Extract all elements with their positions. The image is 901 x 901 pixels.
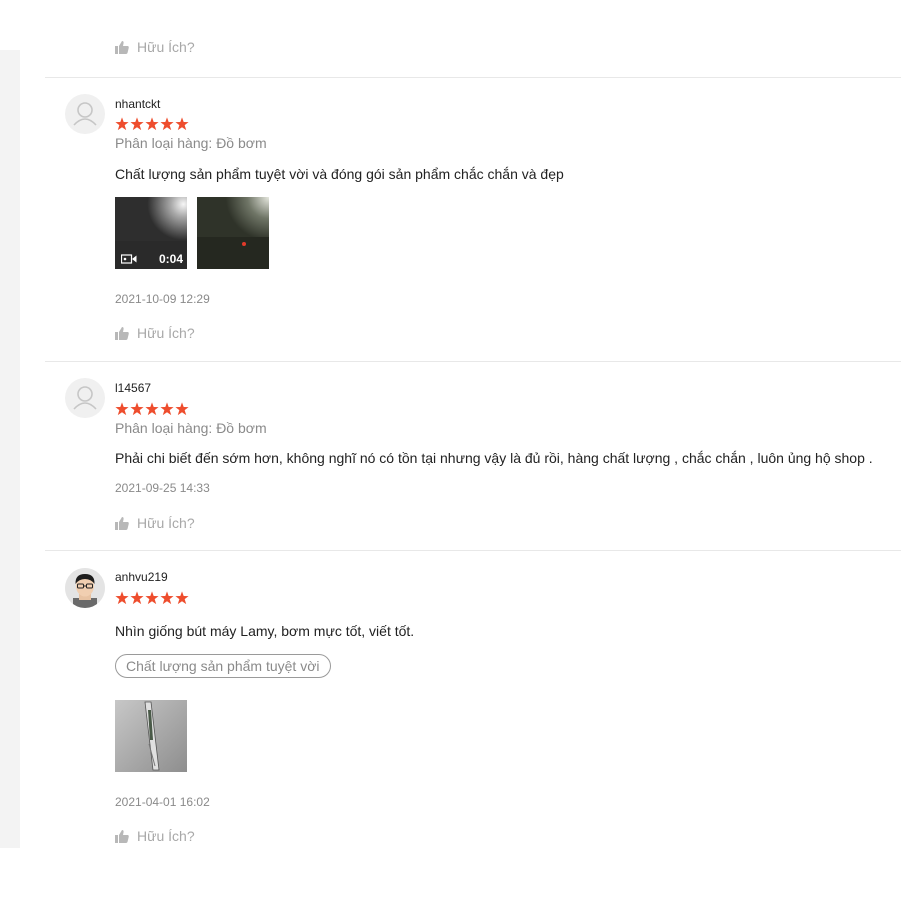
review-comment: Chất lượng sản phẩm tuyệt vời và đóng gó… xyxy=(115,166,564,182)
image-thumbnail[interactable] xyxy=(197,197,269,269)
user-icon xyxy=(73,386,97,410)
image-thumbnail[interactable] xyxy=(115,700,187,772)
prev-review-helpful-button[interactable]: Hữu Ích? xyxy=(115,39,195,55)
review-item: anhvu219 Nhìn giống bút máy Lamy, bơm mự… xyxy=(45,550,901,849)
review-media: 0:04 xyxy=(115,197,269,269)
helpful-label: Hữu Ích? xyxy=(137,325,195,341)
star-icon xyxy=(175,402,189,416)
rating-stars xyxy=(115,591,189,605)
star-icon xyxy=(175,591,189,605)
review-username[interactable]: l14567 xyxy=(115,381,151,395)
user-photo xyxy=(65,568,105,608)
review-timestamp: 2021-04-01 16:02 xyxy=(115,795,210,809)
product-variation: Phân loại hàng: Đồ bơm xyxy=(115,420,267,436)
left-side-strip xyxy=(0,50,20,848)
avatar[interactable] xyxy=(65,568,105,608)
star-icon xyxy=(160,402,174,416)
avatar[interactable] xyxy=(65,378,105,418)
review-photo xyxy=(115,700,187,772)
star-icon xyxy=(160,591,174,605)
helpful-button[interactable]: Hữu Ích? xyxy=(115,515,195,531)
avatar[interactable] xyxy=(65,94,105,134)
helpful-button[interactable]: Hữu Ích? xyxy=(115,828,195,844)
review-media xyxy=(115,700,187,772)
star-icon xyxy=(175,117,189,131)
thumbs-up-icon xyxy=(115,829,129,843)
star-icon xyxy=(130,117,144,131)
thumbs-up-icon xyxy=(115,40,129,54)
review-item: l14567 Phân loại hàng: Đồ bơm Phải chi b… xyxy=(45,361,901,551)
video-duration: 0:04 xyxy=(158,252,183,266)
video-overlay: 0:04 xyxy=(115,249,187,269)
helpful-button[interactable]: Hữu Ích? xyxy=(115,325,195,341)
helpful-label: Hữu Ích? xyxy=(137,515,195,531)
helpful-label: Hữu Ích? xyxy=(137,39,195,55)
star-icon xyxy=(145,591,159,605)
star-icon xyxy=(145,117,159,131)
rating-stars xyxy=(115,117,189,131)
thumbs-up-icon xyxy=(115,516,129,530)
review-username[interactable]: anhvu219 xyxy=(115,570,168,584)
product-variation: Phân loại hàng: Đồ bơm xyxy=(115,135,267,151)
star-icon xyxy=(130,591,144,605)
review-username[interactable]: nhantckt xyxy=(115,97,160,111)
star-icon xyxy=(115,591,129,605)
review-timestamp: 2021-09-25 14:33 xyxy=(115,481,210,495)
star-icon xyxy=(115,402,129,416)
page-bottom-area xyxy=(0,848,901,901)
user-icon xyxy=(73,102,97,126)
star-icon xyxy=(145,402,159,416)
star-icon xyxy=(160,117,174,131)
star-icon xyxy=(130,402,144,416)
helpful-label: Hữu Ích? xyxy=(137,828,195,844)
video-thumbnail[interactable]: 0:04 xyxy=(115,197,187,269)
review-item: nhantckt Phân loại hàng: Đồ bơm Chất lượ… xyxy=(45,77,901,362)
review-comment: Nhìn giống bút máy Lamy, bơm mực tốt, vi… xyxy=(115,623,415,639)
star-icon xyxy=(115,117,129,131)
thumbs-up-icon xyxy=(115,326,129,340)
review-photo xyxy=(197,197,269,269)
video-camera-icon xyxy=(121,254,137,264)
review-tag: Chất lượng sản phẩm tuyệt vời xyxy=(115,654,331,678)
rating-stars xyxy=(115,402,189,416)
review-comment: Phải chi biết đến sớm hơn, không nghĩ nó… xyxy=(115,450,873,466)
review-timestamp: 2021-10-09 12:29 xyxy=(115,292,210,306)
